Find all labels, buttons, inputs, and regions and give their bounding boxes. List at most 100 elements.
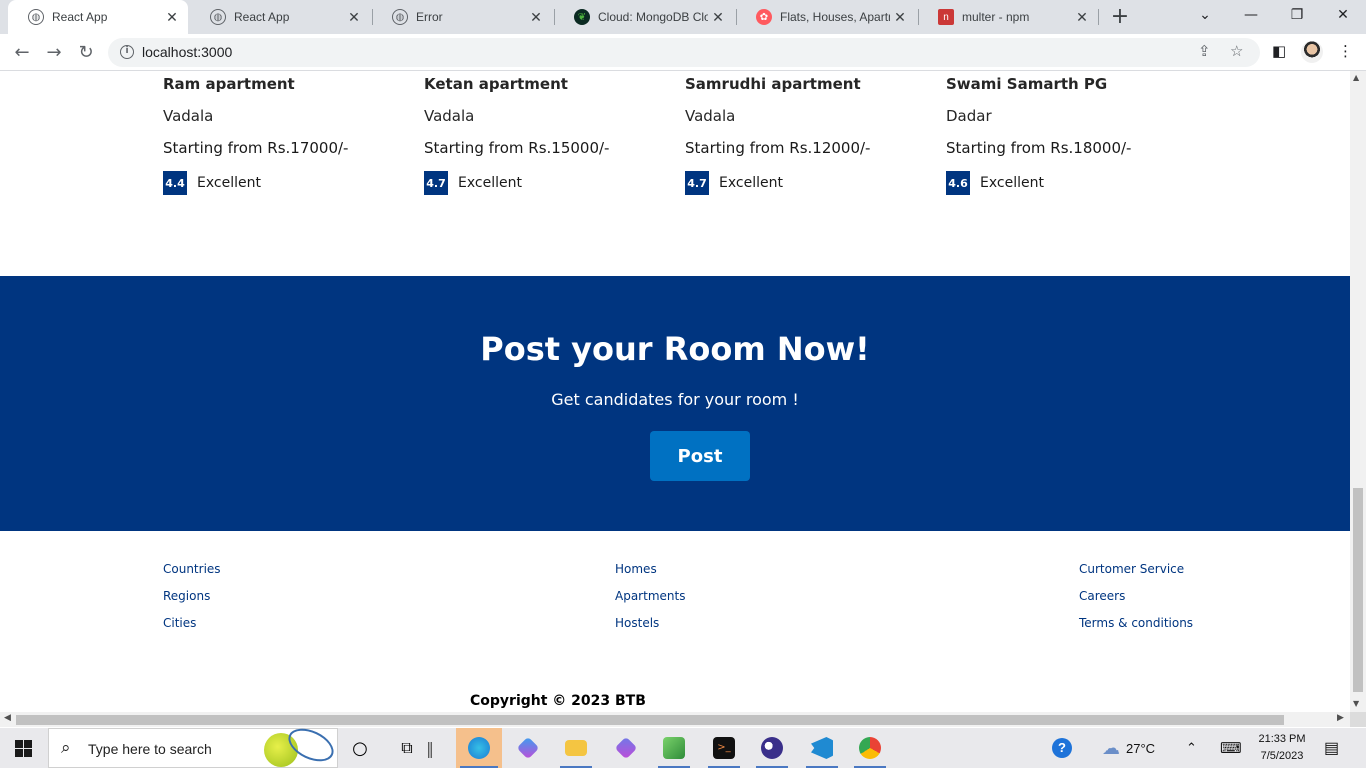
eclipse-app-icon[interactable]	[752, 728, 792, 768]
back-arrow-icon[interactable]: ←	[8, 39, 36, 67]
menu-kebab-icon[interactable]: ⋮	[1338, 42, 1353, 60]
taskbar-search-box[interactable]: ⌕ Type here to search	[48, 722, 339, 768]
profile-avatar[interactable]	[1301, 41, 1323, 63]
footer-link-cities[interactable]: Cities	[163, 616, 196, 630]
close-icon[interactable]: ✕	[890, 9, 910, 26]
bookmark-star-icon[interactable]: ☆	[1230, 42, 1243, 60]
tab-react-app[interactable]: ◍ React App ✕	[190, 0, 370, 34]
listing-card[interactable]: Samrudhi apartment Vadala Starting from …	[685, 75, 925, 195]
close-icon[interactable]: ✕	[344, 9, 364, 26]
tab-title: React App	[52, 10, 108, 24]
cortana-icon[interactable]: ○	[340, 728, 380, 768]
tab-title: Error	[416, 10, 443, 24]
tab-search-chevron-icon[interactable]: ⌄	[1182, 0, 1228, 30]
terminal-app-icon[interactable]: >_	[704, 728, 744, 768]
close-icon[interactable]: ✕	[526, 9, 546, 26]
footer-link-terms[interactable]: Terms & conditions	[1079, 616, 1193, 630]
listing-name[interactable]: Samrudhi apartment	[685, 75, 925, 99]
page-viewport: Ram apartment Vadala Starting from Rs.17…	[0, 71, 1350, 712]
globe-icon: ◍	[28, 9, 44, 25]
tab-separator	[1098, 9, 1099, 25]
copyright-text: Copyright © 2023 BTB	[470, 693, 646, 709]
show-hidden-icons-chevron-icon[interactable]: ⌃	[1186, 728, 1197, 768]
tab-flats[interactable]: ✿ Flats, Houses, Apartments ✕	[736, 0, 916, 34]
npm-icon: n	[938, 9, 954, 25]
chrome-app-icon[interactable]	[850, 728, 890, 768]
rating-score-badge: 4.7	[685, 171, 709, 195]
rating-word: Excellent	[980, 175, 1044, 191]
post-button[interactable]: Post	[650, 431, 750, 481]
close-icon[interactable]: ✕	[1072, 9, 1092, 26]
listing-card[interactable]: Ram apartment Vadala Starting from Rs.17…	[163, 75, 403, 195]
promo-title: Post your Room Now!	[480, 330, 870, 368]
listing-card[interactable]: Swami Samarth PG Dadar Starting from Rs.…	[946, 75, 1186, 195]
listing-location: Vadala	[685, 107, 736, 125]
help-icon[interactable]: ?	[1052, 728, 1072, 768]
listing-name[interactable]: Ketan apartment	[424, 75, 664, 99]
teams-app-icon[interactable]	[606, 728, 646, 768]
listing-rating: 4.7 Excellent	[424, 171, 664, 195]
taskbar-divider-icon: ‖	[426, 738, 434, 758]
listing-price: Starting from Rs.17000/-	[163, 139, 349, 157]
tab-error[interactable]: ◍ Error ✕	[372, 0, 552, 34]
listing-price: Starting from Rs.15000/-	[424, 139, 610, 157]
url-text[interactable]: localhost:3000	[142, 44, 232, 60]
close-icon[interactable]: ✕	[708, 9, 728, 26]
vertical-scroll-thumb[interactable]	[1353, 488, 1363, 692]
windows-taskbar: ⌕ Type here to search ○ ⧉ ‖ >_ ? ☁ 27°C …	[0, 722, 1366, 768]
new-tab-button[interactable]: +	[1108, 4, 1132, 30]
search-placeholder[interactable]: Type here to search	[88, 741, 212, 757]
side-panel-icon[interactable]: ◧	[1272, 42, 1286, 60]
listing-card[interactable]: Ketan apartment Vadala Starting from Rs.…	[424, 75, 664, 195]
file-explorer-icon[interactable]	[556, 728, 596, 768]
restore-button[interactable]: ❐	[1274, 0, 1320, 30]
rating-score-badge: 4.7	[424, 171, 448, 195]
keyboard-layout-icon[interactable]: ⌨	[1220, 728, 1242, 768]
listing-location: Vadala	[424, 107, 475, 125]
close-icon[interactable]: ✕	[162, 9, 182, 26]
tab-multer-npm[interactable]: n multer - npm ✕	[918, 0, 1098, 34]
footer-link-apartments[interactable]: Apartments	[615, 589, 685, 603]
listing-name[interactable]: Swami Samarth PG	[946, 75, 1186, 99]
share-icon[interactable]: ⇪	[1198, 42, 1211, 60]
weather-widget[interactable]: ☁ 27°C	[1102, 728, 1155, 768]
close-window-button[interactable]: ✕	[1320, 0, 1366, 30]
footer-link-regions[interactable]: Regions	[163, 589, 210, 603]
search-icon: ⌕	[61, 738, 71, 758]
listing-location: Vadala	[163, 107, 214, 125]
system-clock[interactable]: 21:33 PM 7/5/2023	[1252, 731, 1312, 765]
horizontal-scroll-thumb[interactable]	[16, 715, 1284, 725]
tab-title: multer - npm	[962, 10, 1030, 24]
listing-rating: 4.4 Excellent	[163, 171, 403, 195]
tab-mongodb[interactable]: ❦ Cloud: MongoDB Cloud ✕	[554, 0, 734, 34]
vscode-app-icon[interactable]	[802, 728, 842, 768]
footer-link-customer-service[interactable]: Curtomer Service	[1079, 562, 1184, 576]
windows-start-icon[interactable]	[15, 740, 32, 757]
weather-temp: 27°C	[1126, 740, 1156, 756]
promo-subtitle: Get candidates for your room !	[551, 390, 799, 409]
tab-react-app-active[interactable]: ◍ React App ✕	[8, 0, 188, 34]
site-info-icon[interactable]: i	[120, 45, 134, 59]
footer-link-homes[interactable]: Homes	[615, 562, 657, 576]
horizontal-scrollbar[interactable]: ◀ ▶	[0, 712, 1350, 727]
listing-name[interactable]: Ram apartment	[163, 75, 403, 99]
minimize-button[interactable]: —	[1228, 0, 1274, 30]
edge-app-icon[interactable]	[456, 728, 502, 768]
post-room-banner: Post your Room Now! Get candidates for y…	[0, 276, 1350, 531]
notepad-app-icon[interactable]	[654, 728, 694, 768]
globe-icon: ◍	[210, 9, 226, 25]
notification-center-icon[interactable]: ▤	[1324, 728, 1339, 768]
scroll-up-arrow-icon[interactable]: ▲	[1353, 73, 1359, 82]
scroll-right-arrow-icon[interactable]: ▶	[1337, 713, 1344, 723]
footer-link-countries[interactable]: Countries	[163, 562, 221, 576]
forward-arrow-icon[interactable]: →	[40, 39, 68, 67]
vertical-scrollbar[interactable]: ▲ ▼	[1350, 71, 1366, 712]
scroll-left-arrow-icon[interactable]: ◀	[4, 713, 11, 723]
copilot-app-icon[interactable]	[508, 728, 548, 768]
listing-location: Dadar	[946, 107, 992, 125]
footer-link-hostels[interactable]: Hostels	[615, 616, 659, 630]
reload-icon[interactable]: ↻	[72, 39, 100, 67]
address-bar[interactable]: i localhost:3000 ⇪ ☆	[108, 38, 1260, 67]
footer-link-careers[interactable]: Careers	[1079, 589, 1125, 603]
scroll-down-arrow-icon[interactable]: ▼	[1353, 699, 1359, 708]
